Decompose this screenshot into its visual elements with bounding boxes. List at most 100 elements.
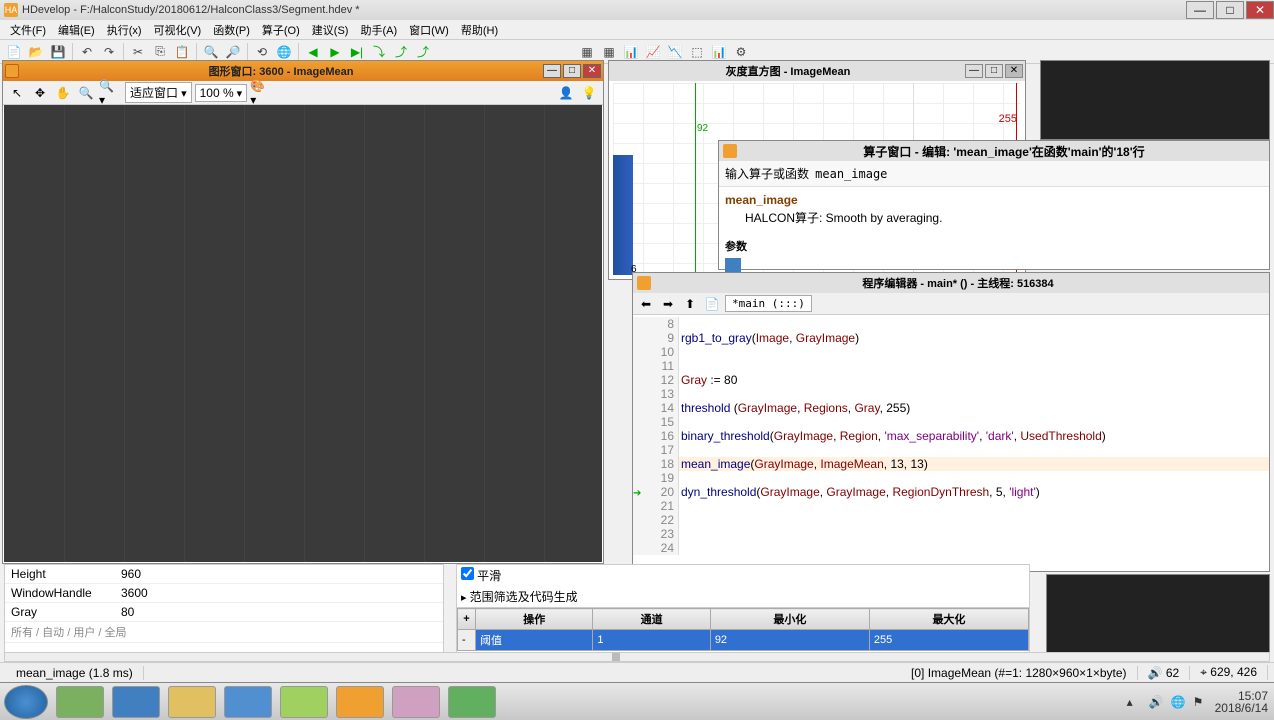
smooth-checkbox-row[interactable]: 平滑: [457, 565, 1029, 586]
hist-maximize-button[interactable]: □: [985, 64, 1003, 78]
menu-assistants[interactable]: 助手(A): [354, 20, 403, 40]
step-out-icon[interactable]: ⤴: [413, 42, 433, 62]
table-row[interactable]: - 阈值 1 92 255: [458, 630, 1029, 651]
menu-suggest[interactable]: 建议(S): [306, 20, 355, 40]
zoom-drop-icon[interactable]: 🔍▾: [99, 83, 119, 103]
step-back-icon[interactable]: ◀: [303, 42, 323, 62]
taskbar-app-3[interactable]: [168, 686, 216, 718]
gfx-minimize-button[interactable]: —: [543, 64, 561, 78]
taskbar-app-8[interactable]: [448, 686, 496, 718]
code-line[interactable]: 10: [633, 345, 1269, 359]
taskbar-app-7[interactable]: [392, 686, 440, 718]
taskbar-app-2[interactable]: [112, 686, 160, 718]
maximize-button[interactable]: □: [1216, 1, 1244, 19]
program-editor-header[interactable]: 程序编辑器 - main* () - 主线程: 516384: [633, 273, 1269, 293]
code-line[interactable]: 9rgb1_to_gray(Image, GrayImage): [633, 331, 1269, 345]
pointer-icon[interactable]: ↖: [7, 83, 27, 103]
code-line[interactable]: 15: [633, 415, 1269, 429]
zoom-dropdown[interactable]: 100 % ▾: [195, 84, 248, 102]
var-row[interactable]: Gray 80: [5, 603, 443, 622]
operator-input-value[interactable]: mean_image: [815, 167, 887, 181]
gfx-close-button[interactable]: ✕: [583, 64, 601, 78]
code-line[interactable]: 19: [633, 471, 1269, 485]
new-icon[interactable]: 📄: [4, 42, 24, 62]
code-area[interactable]: 89rgb1_to_gray(Image, GrayImage)101112Gr…: [633, 317, 1269, 571]
horizontal-scrollbar[interactable]: [4, 652, 1270, 662]
operator-header[interactable]: 算子窗口 - 编辑: 'mean_image'在函数'main'的'18'行: [719, 141, 1269, 161]
start-button[interactable]: [4, 685, 48, 719]
tray-icon[interactable]: 🔊: [1149, 695, 1163, 709]
graphics-window-header[interactable]: 图形窗口: 3600 - ImageMean — □ ✕: [3, 61, 603, 81]
code-line[interactable]: 12Gray := 80: [633, 373, 1269, 387]
tool3-icon[interactable]: 📊: [621, 42, 641, 62]
person-icon[interactable]: 👤: [556, 83, 576, 103]
find-icon[interactable]: 🔍: [201, 42, 221, 62]
gfx-maximize-button[interactable]: □: [563, 64, 581, 78]
paste-icon[interactable]: 📋: [172, 42, 192, 62]
menu-window[interactable]: 窗口(W): [403, 20, 455, 40]
col-max[interactable]: 最大化: [869, 609, 1028, 630]
col-min[interactable]: 最小化: [710, 609, 869, 630]
menu-visualize[interactable]: 可视化(V): [148, 20, 208, 40]
run-icon[interactable]: ▶: [325, 42, 345, 62]
save-icon[interactable]: 💾: [48, 42, 68, 62]
tool6-icon[interactable]: ⬚: [687, 42, 707, 62]
copy-icon[interactable]: ⎘: [150, 42, 170, 62]
replace-icon[interactable]: 🔎: [223, 42, 243, 62]
reset-icon[interactable]: ⟲: [252, 42, 272, 62]
menu-execute[interactable]: 执行(x): [101, 20, 148, 40]
taskbar-clock[interactable]: 15:07 2018/6/14: [1215, 690, 1268, 714]
taskbar-app-1[interactable]: [56, 686, 104, 718]
code-line[interactable]: 21: [633, 499, 1269, 513]
redo-icon[interactable]: ↷: [99, 42, 119, 62]
taskbar-app-4[interactable]: [224, 686, 272, 718]
open-icon[interactable]: 📂: [26, 42, 46, 62]
nav-back-icon[interactable]: ⬅: [637, 295, 655, 313]
graphics-canvas[interactable]: [4, 105, 602, 562]
var-row[interactable]: Height 960: [5, 565, 443, 584]
tool8-icon[interactable]: ⚙: [731, 42, 751, 62]
zoom-icon[interactable]: 🔍: [76, 83, 96, 103]
tool7-icon[interactable]: 📊: [709, 42, 729, 62]
col-channel[interactable]: 通道: [593, 609, 710, 630]
histogram-header[interactable]: 灰度直方图 - ImageMean — □ ✕: [609, 61, 1025, 81]
lightbulb-icon[interactable]: 💡: [579, 83, 599, 103]
var-filter-row[interactable]: 所有 / 自动 / 用户 / 全局: [5, 622, 443, 643]
var-row[interactable]: WindowHandle 3600: [5, 584, 443, 603]
globe-icon[interactable]: 🌐: [274, 42, 294, 62]
menu-functions[interactable]: 函数(P): [207, 20, 256, 40]
program-tab[interactable]: *main (:::): [725, 295, 812, 312]
hist-minimize-button[interactable]: —: [965, 64, 983, 78]
taskbar-app-5[interactable]: [280, 686, 328, 718]
tray-icon[interactable]: ⚑: [1193, 695, 1207, 709]
code-line[interactable]: 17: [633, 443, 1269, 457]
remove-row-button[interactable]: -: [458, 630, 476, 651]
code-line[interactable]: 16binary_threshold(GrayImage, Region, 'm…: [633, 429, 1269, 443]
cut-icon[interactable]: ✂: [128, 42, 148, 62]
step-into-icon[interactable]: ⤵: [369, 42, 389, 62]
code-line[interactable]: ➔20dyn_threshold(GrayImage, GrayImage, R…: [633, 485, 1269, 499]
code-line[interactable]: 22: [633, 513, 1269, 527]
code-line[interactable]: 14threshold (GrayImage, Regions, Gray, 2…: [633, 401, 1269, 415]
nav-up-icon[interactable]: ⬆: [681, 295, 699, 313]
step-icon[interactable]: ▶|: [347, 42, 367, 62]
menu-operators[interactable]: 算子(O): [256, 20, 306, 40]
menu-help[interactable]: 帮助(H): [455, 20, 504, 40]
code-line[interactable]: 13: [633, 387, 1269, 401]
code-line[interactable]: 8: [633, 317, 1269, 331]
add-row-button[interactable]: +: [458, 609, 476, 630]
code-line[interactable]: 24: [633, 541, 1269, 555]
move-icon[interactable]: ✥: [30, 83, 50, 103]
code-line[interactable]: 11: [633, 359, 1269, 373]
minimize-button[interactable]: —: [1186, 1, 1214, 19]
range-header[interactable]: 范围筛选及代码生成: [470, 590, 578, 604]
code-line[interactable]: 18mean_image(GrayImage, ImageMean, 13, 1…: [633, 457, 1269, 471]
tool4-icon[interactable]: 📈: [643, 42, 663, 62]
color-icon[interactable]: 🎨▾: [250, 83, 270, 103]
menu-file[interactable]: 文件(F): [4, 20, 52, 40]
step-over-icon[interactable]: ⤴: [391, 42, 411, 62]
code-line[interactable]: 23: [633, 527, 1269, 541]
tray-icon[interactable]: 🌐: [1171, 695, 1185, 709]
tray-icon[interactable]: ▴: [1127, 695, 1141, 709]
close-button[interactable]: ✕: [1246, 1, 1274, 19]
